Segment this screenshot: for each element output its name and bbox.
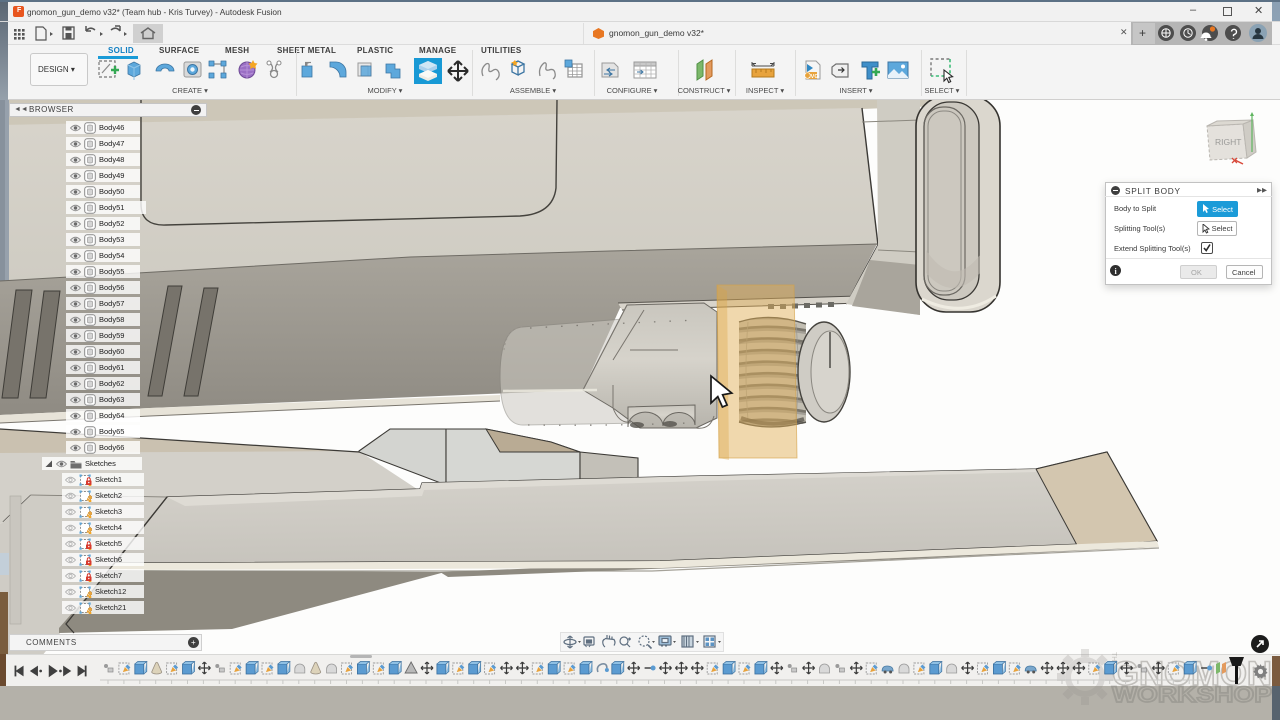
svg-text:RIGHT: RIGHT <box>1215 137 1241 147</box>
